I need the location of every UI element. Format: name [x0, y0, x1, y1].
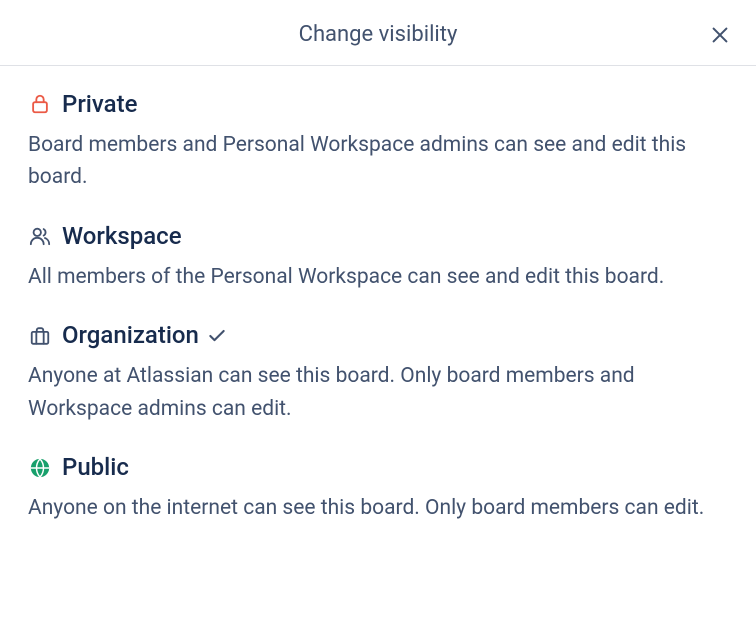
globe-icon: [28, 456, 52, 480]
visibility-option-workspace[interactable]: Workspace All members of the Personal Wo…: [28, 222, 728, 293]
option-description: Anyone at Atlassian can see this board. …: [28, 360, 728, 425]
modal-title: Change visibility: [299, 22, 458, 47]
option-title: Organization: [62, 321, 199, 350]
option-title: Workspace: [62, 222, 182, 251]
lock-icon: [28, 92, 52, 116]
check-icon: [207, 326, 227, 346]
option-description: Anyone on the internet can see this boar…: [28, 492, 728, 525]
close-button[interactable]: [706, 22, 734, 50]
visibility-option-public[interactable]: Public Anyone on the internet can see th…: [28, 453, 728, 524]
option-header: Public: [28, 453, 728, 482]
modal-header: Change visibility: [0, 0, 756, 66]
option-title: Private: [62, 90, 137, 119]
close-icon: [709, 24, 731, 49]
briefcase-icon: [28, 324, 52, 348]
option-description: All members of the Personal Workspace ca…: [28, 261, 728, 294]
option-description: Board members and Personal Workspace adm…: [28, 129, 728, 194]
option-header: Organization: [28, 321, 728, 350]
visibility-option-private[interactable]: Private Board members and Personal Works…: [28, 90, 728, 194]
visibility-option-organization[interactable]: Organization Anyone at Atlassian can see…: [28, 321, 728, 425]
change-visibility-modal: Change visibility Private Boa: [0, 0, 756, 524]
option-header: Private: [28, 90, 728, 119]
people-icon: [28, 224, 52, 248]
option-title: Public: [62, 453, 129, 482]
option-header: Workspace: [28, 222, 728, 251]
visibility-options-list: Private Board members and Personal Works…: [0, 66, 756, 524]
